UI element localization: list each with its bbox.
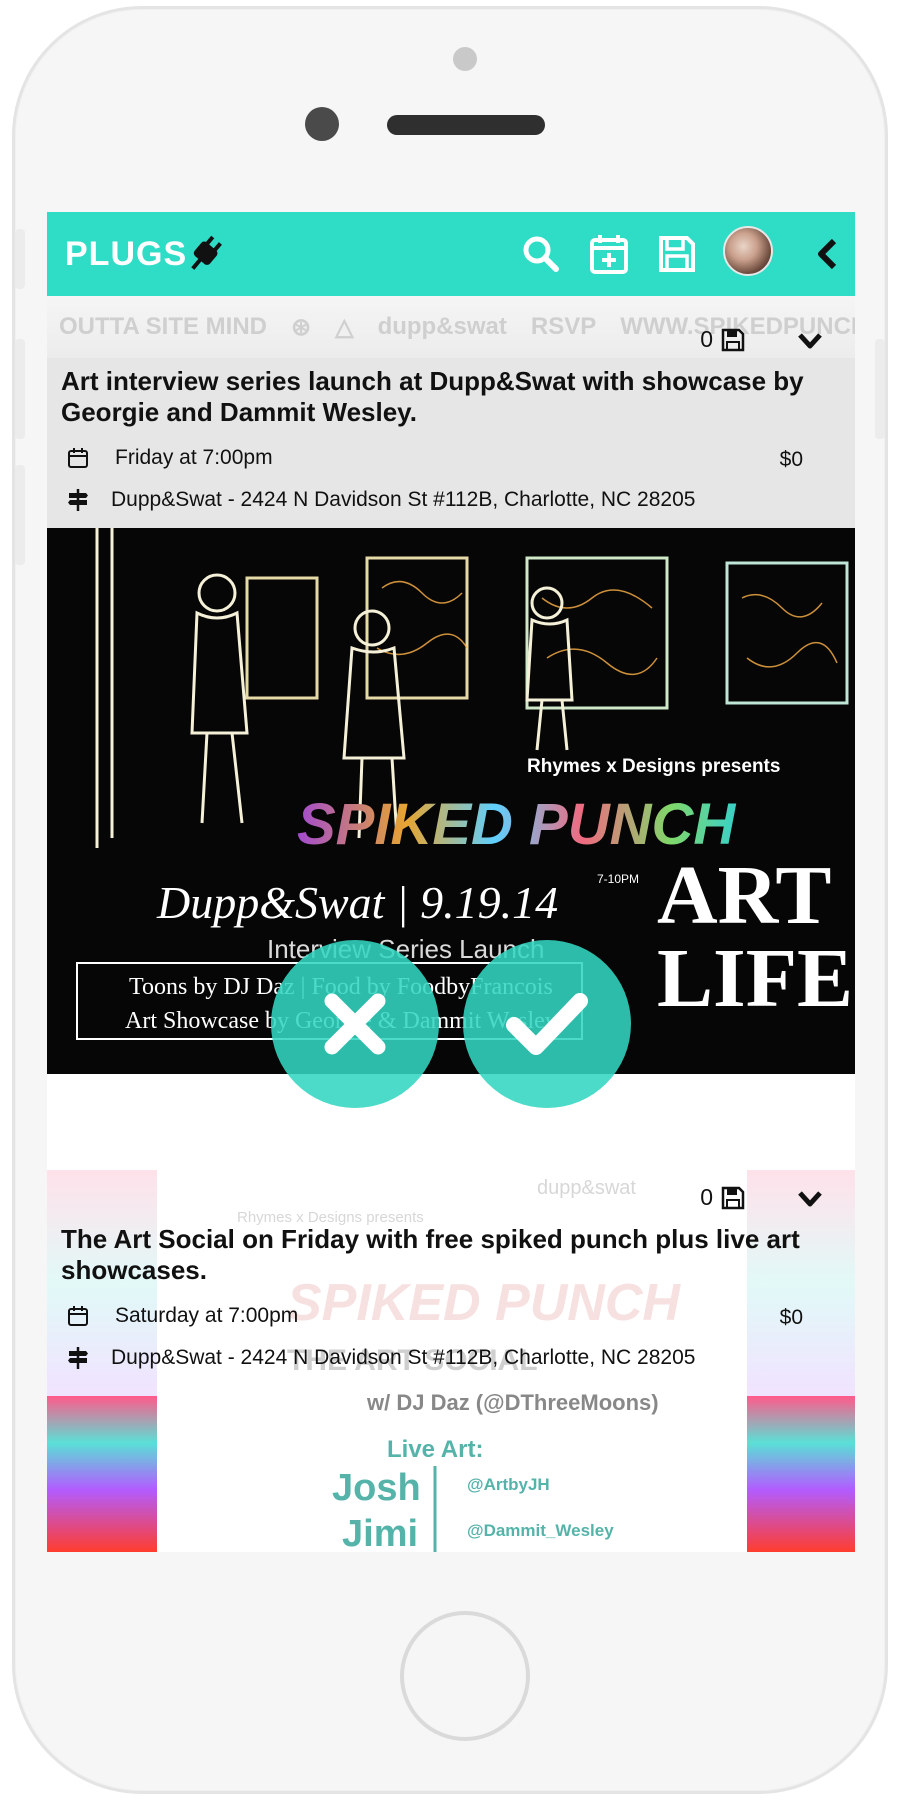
accept-button[interactable] [463,940,631,1108]
logo[interactable]: PLUGS [65,232,225,276]
event-title[interactable]: The Art Social on Friday with free spike… [61,1224,821,1286]
event-location-text: Dupp&Swat - 2424 N Davidson St #112B, Ch… [111,488,696,511]
poster-art-text: ART [657,849,831,942]
save-count[interactable]: 0 [700,326,745,353]
calendar-add-icon[interactable] [585,230,633,278]
poster-strip-text: OUTTA SITE MIND [59,313,267,340]
reject-button[interactable] [271,940,439,1108]
event-card[interactable]: Rhymes x Designs presents dupp&swat SPIK… [47,1170,855,1552]
calendar-icon [67,447,97,469]
proximity-sensor [453,47,477,71]
event-location-text: Dupp&Swat - 2424 N Davidson St #112B, Ch… [111,1346,696,1369]
save-small-icon [721,1186,745,1209]
triangle-logo-icon: △ [335,313,354,341]
poster-artwork: Rhymes x Designs presents SPIKED PUNCH D… [47,528,855,1074]
app-screen: PLUGS OUTTA SITE MIND ⊛ △ dupp&swat RSVP… [47,212,855,1552]
expand-chevron-icon[interactable] [795,326,825,356]
event-time-text: Friday at 7:00pm [115,446,273,469]
poster-live-art-label: Live Art: [387,1436,483,1463]
search-icon[interactable] [517,230,565,278]
poster-life-text: LIFE [657,932,853,1025]
poster-headline: SPIKED PUNCH [297,792,736,857]
save-count-value: 0 [700,326,713,352]
event-title[interactable]: Art interview series launch at Dupp&Swat… [61,366,821,428]
poster-artist-handle: @ArtbyJH [467,1475,550,1494]
power-button [875,339,885,439]
calendar-icon [67,1305,97,1327]
event-time-text: Saturday at 7:00pm [115,1304,299,1327]
event-location[interactable]: Dupp&Swat - 2424 N Davidson St #112B, Ch… [67,1346,695,1370]
save-count[interactable]: 0 [700,1184,745,1211]
poster-artist-name: Jimi [342,1513,418,1552]
event-card[interactable]: OUTTA SITE MIND ⊛ △ dupp&swat RSVP WWW.S… [47,296,855,1074]
close-icon [324,993,386,1055]
event-price: $0 [779,1306,803,1329]
mute-switch [15,229,25,289]
front-camera [305,107,339,141]
signpost-icon [67,1346,97,1370]
poster-artist-name: Josh [332,1467,421,1509]
gas-mask-logo-icon: ⊛ [290,313,312,341]
poster-strip-text: dupp&swat [377,313,507,340]
volume-up-button [15,339,25,439]
poster-venue-date: Dupp&Swat | 9.19.14 [156,877,558,928]
home-button[interactable] [400,1611,530,1741]
check-icon [506,993,588,1055]
event-time: Friday at 7:00pm [67,446,273,470]
chevron-left-icon[interactable] [807,230,847,278]
plug-icon [191,235,223,270]
save-count-value: 0 [700,1184,713,1210]
earpiece-speaker [387,115,545,135]
event-price: $0 [779,448,803,471]
event-time: Saturday at 7:00pm [67,1304,298,1328]
top-bar: PLUGS [47,212,855,296]
poster-dj-text: w/ DJ Daz (@DThreeMoons) [366,1390,659,1415]
logo-text: PLUGS [65,234,188,273]
avatar[interactable] [723,226,773,276]
poster-presenter-text: Rhymes x Designs presents [527,756,780,777]
expand-chevron-icon[interactable] [795,1184,825,1214]
event-info: Art interview series launch at Dupp&Swat… [47,358,855,528]
poster-artist-handle: @Dammit_Wesley [467,1521,614,1540]
volume-down-button [15,465,25,565]
poster-brand-text: dupp&swat [537,1177,636,1199]
signpost-icon [67,488,97,512]
poster-time: 7-10PM [597,872,639,886]
event-poster-image: Rhymes x Designs presents SPIKED PUNCH D… [47,528,855,1074]
poster-strip-text: RSVP [530,313,597,340]
save-small-icon [721,328,745,351]
event-location[interactable]: Dupp&Swat - 2424 N Davidson St #112B, Ch… [67,488,695,512]
save-icon[interactable] [653,230,701,278]
